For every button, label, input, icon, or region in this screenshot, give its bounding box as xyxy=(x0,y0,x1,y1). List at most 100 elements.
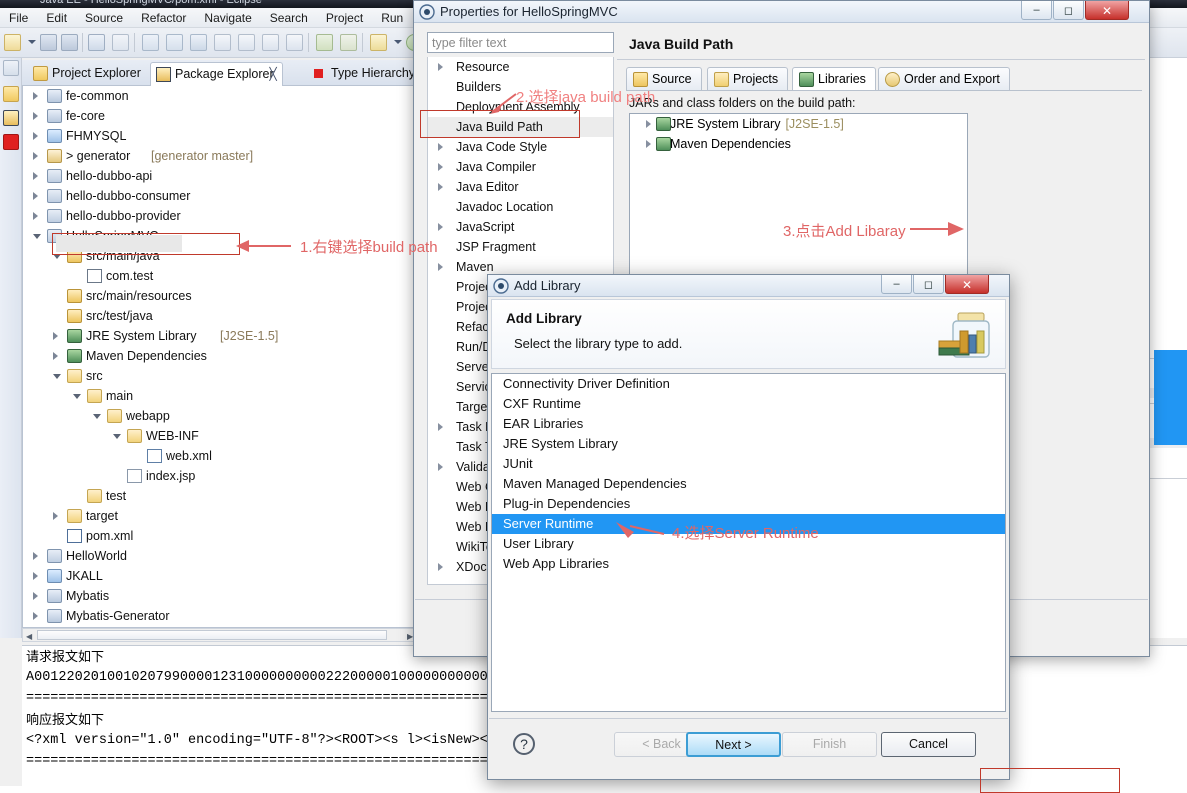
debug-icon[interactable] xyxy=(370,34,387,51)
tree-twisty-collapsed-icon[interactable] xyxy=(33,192,38,200)
tree-row[interactable]: FHMYSQL xyxy=(23,126,417,146)
tree-twisty-collapsed-icon[interactable] xyxy=(33,552,38,560)
library-row[interactable]: JRE System Library [J2SE-1.5] xyxy=(630,114,967,134)
new-wizard-icon[interactable] xyxy=(4,34,21,51)
tree-row[interactable]: HelloWorld xyxy=(23,546,417,566)
tree-row[interactable]: pom.xml xyxy=(23,526,417,546)
add-library-close-button[interactable]: ✕ xyxy=(945,275,989,294)
library-type-option[interactable]: Connectivity Driver Definition xyxy=(492,374,1005,394)
properties-tree-item[interactable]: Java Editor xyxy=(428,177,613,197)
properties-maximize-button[interactable]: ◻ xyxy=(1053,1,1084,20)
run-icon[interactable] xyxy=(316,34,333,51)
project-explorer-fast-icon[interactable] xyxy=(3,86,19,102)
tree-twisty-collapsed-icon[interactable] xyxy=(646,140,651,148)
library-type-option[interactable]: Web App Libraries xyxy=(492,554,1005,574)
tree-row[interactable]: webapp xyxy=(23,406,417,426)
tree-twisty-collapsed-icon[interactable] xyxy=(33,212,38,220)
properties-tree-item[interactable]: Resource xyxy=(428,57,613,77)
tab-close-icon[interactable]: ╳ xyxy=(269,67,276,81)
menu-project[interactable]: Project xyxy=(317,8,372,25)
tree-twisty-collapsed-icon[interactable] xyxy=(33,132,38,140)
tree-row[interactable]: Maven Dependencies xyxy=(23,346,417,366)
tree-twisty-collapsed-icon[interactable] xyxy=(53,352,58,360)
menu-source[interactable]: Source xyxy=(76,8,132,25)
tree-row[interactable]: src/main/resources xyxy=(23,286,417,306)
properties-tree-item[interactable]: Java Compiler xyxy=(428,157,613,177)
menu-edit[interactable]: Edit xyxy=(37,8,76,25)
tree-row[interactable]: Mybatis-Generator xyxy=(23,606,417,626)
debug-dropdown-icon[interactable] xyxy=(394,40,402,44)
library-type-option[interactable]: JRE System Library xyxy=(492,434,1005,454)
step-into-icon[interactable] xyxy=(214,34,231,51)
menu-refactor[interactable]: Refactor xyxy=(132,8,195,25)
wizard-button-cancel[interactable]: Cancel xyxy=(881,732,976,757)
tree-twisty-collapsed-icon[interactable] xyxy=(33,572,38,580)
tree-row[interactable]: hello-dubbo-api xyxy=(23,166,417,186)
filter-input[interactable]: type filter text xyxy=(427,32,614,53)
toggle-breakpoint-icon[interactable] xyxy=(88,34,105,51)
tab-type-hierarchy[interactable]: Type Hierarchy xyxy=(307,62,423,86)
menu-file[interactable]: File xyxy=(0,8,37,25)
tree-row[interactable]: WEB-INF xyxy=(23,426,417,446)
properties-tree-item[interactable]: JavaScript xyxy=(428,217,613,237)
tree-twisty-collapsed-icon[interactable] xyxy=(33,612,38,620)
tree-twisty-expanded-icon[interactable] xyxy=(93,414,101,419)
tree-twisty-collapsed-icon[interactable] xyxy=(33,92,38,100)
terminate-icon[interactable] xyxy=(190,34,207,51)
type-hierarchy-fast-icon[interactable] xyxy=(3,134,19,150)
library-type-option[interactable]: Plug-in Dependencies xyxy=(492,494,1005,514)
library-type-option[interactable]: CXF Runtime xyxy=(492,394,1005,414)
tree-row[interactable]: target xyxy=(23,506,417,526)
library-row[interactable]: Maven Dependencies xyxy=(630,134,967,154)
tree-row[interactable]: hello-dubbo-consumer xyxy=(23,186,417,206)
add-library-minimize-button[interactable]: – xyxy=(881,275,912,294)
tree-row[interactable]: src xyxy=(23,366,417,386)
tree-twisty-expanded-icon[interactable] xyxy=(33,234,41,239)
add-library-help-icon[interactable]: ? xyxy=(513,733,535,755)
tree-row[interactable]: JKALL xyxy=(23,566,417,586)
tree-twisty-collapsed-icon[interactable] xyxy=(438,143,443,151)
tree-row[interactable]: Mybatis xyxy=(23,586,417,606)
save-icon[interactable] xyxy=(40,34,57,51)
menu-navigate[interactable]: Navigate xyxy=(195,8,260,25)
package-explorer-fast-icon[interactable] xyxy=(3,110,19,126)
tree-twisty-collapsed-icon[interactable] xyxy=(438,423,443,431)
wizard-button-next[interactable]: Next > xyxy=(686,732,781,757)
tab-libraries[interactable]: Libraries xyxy=(792,67,876,91)
tree-twisty-collapsed-icon[interactable] xyxy=(33,172,38,180)
tree-twisty-collapsed-icon[interactable] xyxy=(438,563,443,571)
suspend-icon[interactable] xyxy=(166,34,183,51)
explorer-horizontal-scrollbar[interactable]: ◀ ▶ xyxy=(22,628,418,642)
drop-to-frame-icon[interactable] xyxy=(286,34,303,51)
tree-twisty-collapsed-icon[interactable] xyxy=(33,592,38,600)
tree-twisty-expanded-icon[interactable] xyxy=(73,394,81,399)
add-library-maximize-button[interactable]: ◻ xyxy=(913,275,944,294)
library-type-option[interactable]: EAR Libraries xyxy=(492,414,1005,434)
tree-row[interactable]: fe-core xyxy=(23,106,417,126)
tree-twisty-collapsed-icon[interactable] xyxy=(438,63,443,71)
menu-run[interactable]: Run xyxy=(372,8,412,25)
tree-row[interactable]: JRE System Library [J2SE-1.5] xyxy=(23,326,417,346)
skip-breakpoints-icon[interactable] xyxy=(112,34,129,51)
tree-twisty-collapsed-icon[interactable] xyxy=(33,112,38,120)
tree-row[interactable]: src/test/java xyxy=(23,306,417,326)
tree-row[interactable]: fe-common xyxy=(23,86,417,106)
tree-row[interactable]: test xyxy=(23,486,417,506)
tree-row[interactable]: main xyxy=(23,386,417,406)
tree-row[interactable]: hello-dubbo-provider xyxy=(23,206,417,226)
library-type-option[interactable]: JUnit xyxy=(492,454,1005,474)
tree-twisty-collapsed-icon[interactable] xyxy=(438,463,443,471)
save-all-icon[interactable] xyxy=(61,34,78,51)
tree-twisty-collapsed-icon[interactable] xyxy=(53,332,58,340)
tree-row[interactable]: index.jsp xyxy=(23,466,417,486)
scrollbar-thumb[interactable] xyxy=(37,630,387,640)
tree-row[interactable]: com.test xyxy=(23,266,417,286)
properties-minimize-button[interactable]: – xyxy=(1021,1,1052,20)
tree-twisty-collapsed-icon[interactable] xyxy=(646,120,651,128)
tab-projects[interactable]: Projects xyxy=(707,67,789,91)
properties-tree-item[interactable]: Java Code Style xyxy=(428,137,613,157)
tree-twisty-collapsed-icon[interactable] xyxy=(438,223,443,231)
minimize-view-icon[interactable] xyxy=(3,60,19,76)
properties-tree-item[interactable]: JSP Fragment xyxy=(428,237,613,257)
new-wizard-dropdown-icon[interactable] xyxy=(28,40,36,44)
